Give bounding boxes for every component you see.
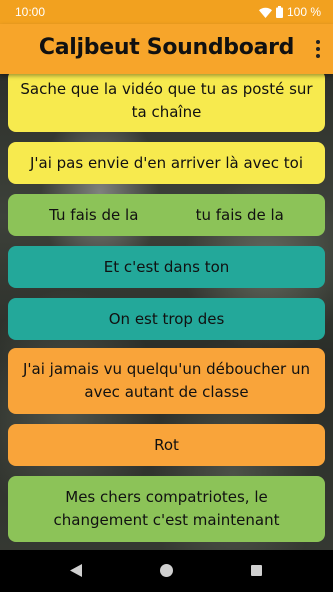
sound-label: Tu fais de la tu fais de la <box>49 205 284 224</box>
app-bar: Caljbeut Soundboard <box>0 24 333 74</box>
app-title: Caljbeut Soundboard <box>38 35 295 60</box>
status-bar: 10:00 100 % <box>0 0 333 24</box>
sound-label: J'ai jamais vu quelqu'un déboucher un av… <box>23 360 310 401</box>
sound-button[interactable]: J'ai jamais vu quelqu'un déboucher un av… <box>8 348 325 414</box>
status-icons: 100 % <box>258 5 321 19</box>
sound-label: Et c'est dans ton <box>103 257 230 276</box>
sound-label: J'ai pas envie d'en arriver là avec toi <box>29 153 304 172</box>
sound-label: Rot <box>154 435 179 454</box>
sound-list[interactable]: Sache que la vidéo que tu as posté sur t… <box>0 74 333 550</box>
navigation-bar <box>0 550 333 592</box>
sound-button[interactable]: On est trop des <box>8 298 325 340</box>
sound-button[interactable]: J'ai pas envie d'en arriver là avec toi <box>8 142 325 184</box>
recents-icon[interactable] <box>251 565 262 576</box>
home-icon[interactable] <box>160 564 173 577</box>
sound-button[interactable]: Mes chers compatriotes, le changement c'… <box>8 476 325 542</box>
battery-percent: 100 % <box>286 5 321 19</box>
sound-button[interactable]: Et c'est dans ton <box>8 246 325 288</box>
sound-button[interactable]: Rot <box>8 424 325 466</box>
overflow-menu-icon[interactable] <box>312 40 324 60</box>
sound-label: Mes chers compatriotes, le changement c'… <box>53 488 280 529</box>
sound-label: On est trop des <box>108 309 225 328</box>
sound-label: Sache que la vidéo que tu as posté sur t… <box>20 80 313 121</box>
status-time: 10:00 <box>15 5 46 19</box>
back-icon[interactable] <box>70 564 82 577</box>
sound-button[interactable]: Tu fais de la tu fais de la <box>8 194 325 236</box>
wifi-icon <box>258 7 272 18</box>
sound-button[interactable]: Sache que la vidéo que tu as posté sur t… <box>8 74 325 132</box>
battery-icon <box>275 6 283 18</box>
